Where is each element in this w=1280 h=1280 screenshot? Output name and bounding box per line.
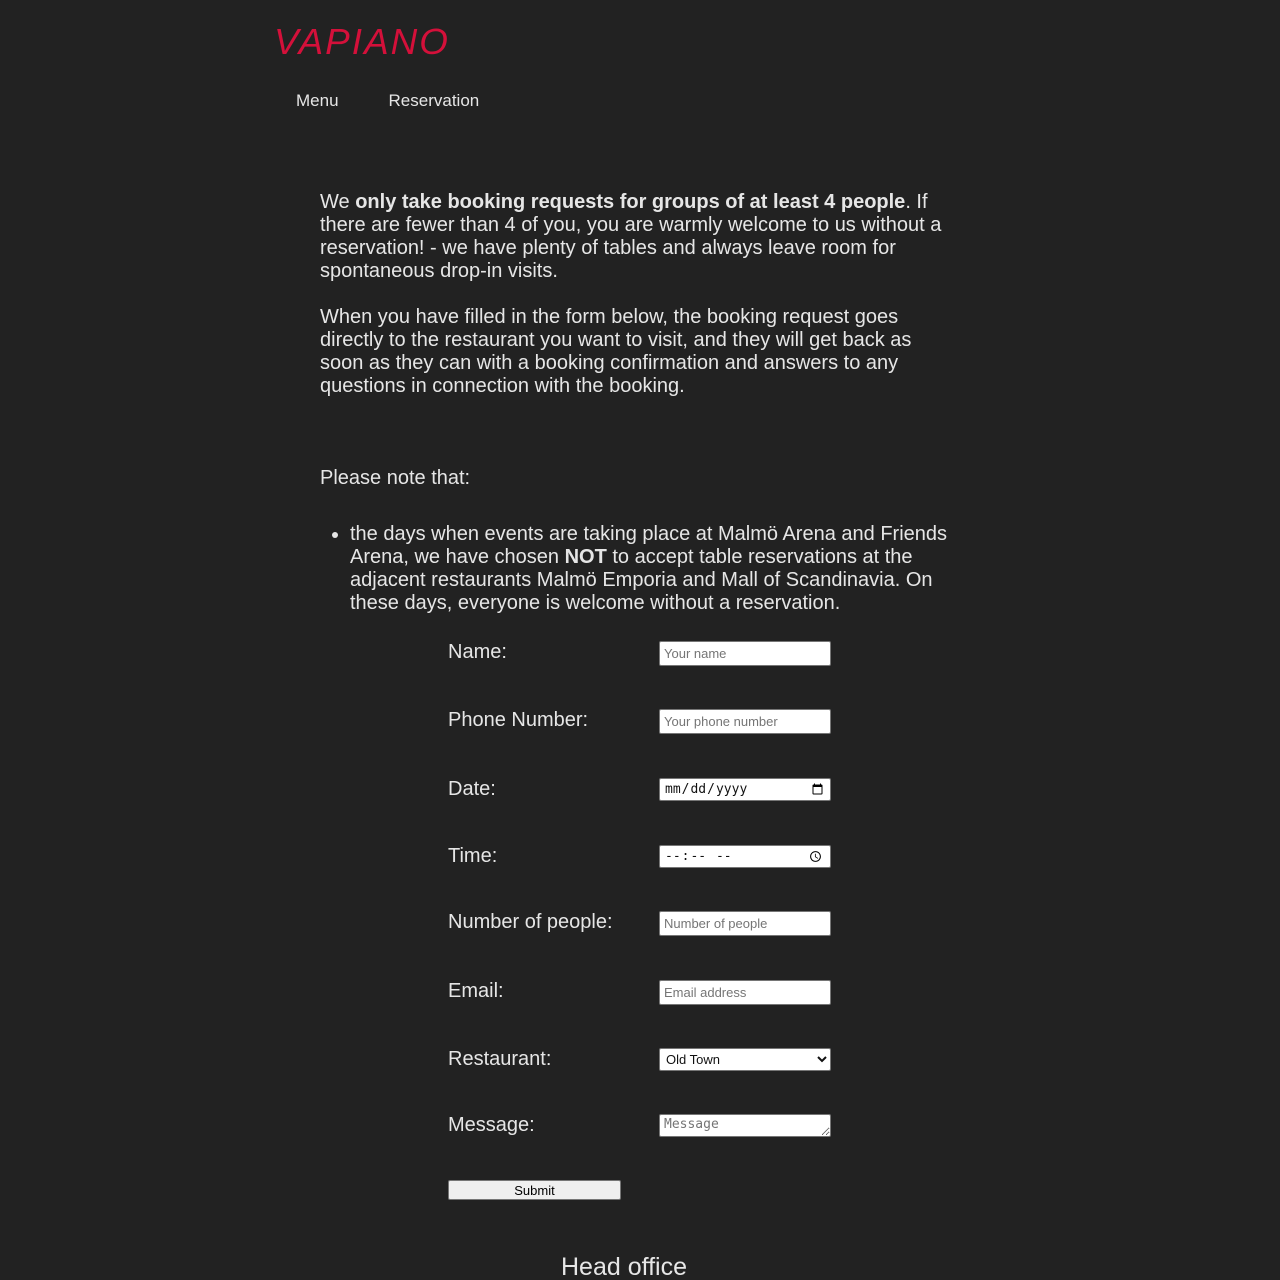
form-row-date: Date: bbox=[448, 778, 848, 804]
note-heading: Please note that: bbox=[320, 467, 471, 489]
message-textarea[interactable] bbox=[659, 1114, 831, 1137]
intro-paragraph-1: We only take booking requests for groups… bbox=[320, 191, 960, 283]
form-row-name: Name: bbox=[448, 641, 848, 667]
people-input[interactable] bbox=[659, 911, 831, 936]
date-label: Date: bbox=[448, 778, 496, 800]
note-list: the days when events are taking place at… bbox=[320, 523, 960, 615]
time-input[interactable] bbox=[659, 845, 831, 868]
message-label: Message: bbox=[448, 1114, 535, 1136]
submit-button[interactable]: Submit bbox=[448, 1180, 621, 1200]
note-bold-text: NOT bbox=[564, 546, 607, 568]
nav-item-menu[interactable]: Menu bbox=[296, 91, 339, 111]
vapiano-logo-icon: VAPIANO bbox=[274, 21, 450, 62]
note-list-item: the days when events are taking place at… bbox=[350, 523, 960, 615]
intro-content: We only take booking requests for groups… bbox=[320, 191, 960, 615]
phone-input[interactable] bbox=[659, 709, 831, 734]
form-row-people: Number of people: bbox=[448, 911, 848, 937]
nav-item-reservation[interactable]: Reservation bbox=[389, 91, 480, 111]
logo-text: VAPIANO bbox=[274, 21, 450, 62]
main-nav: Menu Reservation bbox=[296, 91, 479, 111]
intro-text: We bbox=[320, 191, 356, 213]
time-label: Time: bbox=[448, 845, 498, 867]
reservation-page: VAPIANO Menu Reservation We only take bo… bbox=[0, 0, 1280, 1280]
form-row-time: Time: bbox=[448, 845, 848, 871]
form-row-email: Email: bbox=[448, 980, 848, 1006]
people-label: Number of people: bbox=[448, 911, 613, 933]
vapiano-logo[interactable]: VAPIANO bbox=[272, 20, 454, 62]
email-label: Email: bbox=[448, 980, 504, 1002]
date-input[interactable] bbox=[659, 778, 831, 801]
form-row-phone: Phone Number: bbox=[448, 709, 848, 735]
restaurant-label: Restaurant: bbox=[448, 1048, 552, 1070]
intro-bold-text: only take booking requests for groups of… bbox=[355, 191, 906, 213]
name-input[interactable] bbox=[659, 641, 831, 666]
restaurant-select[interactable]: Old Town bbox=[659, 1048, 831, 1071]
email-input[interactable] bbox=[659, 980, 831, 1005]
form-row-message: Message: bbox=[448, 1114, 848, 1140]
phone-label: Phone Number: bbox=[448, 709, 589, 731]
intro-paragraph-2: When you have filled in the form below, … bbox=[320, 306, 912, 397]
name-label: Name: bbox=[448, 641, 507, 663]
footer-head-office-title: Head office bbox=[560, 1253, 687, 1280]
form-row-restaurant: Restaurant: Old Town bbox=[448, 1048, 848, 1074]
